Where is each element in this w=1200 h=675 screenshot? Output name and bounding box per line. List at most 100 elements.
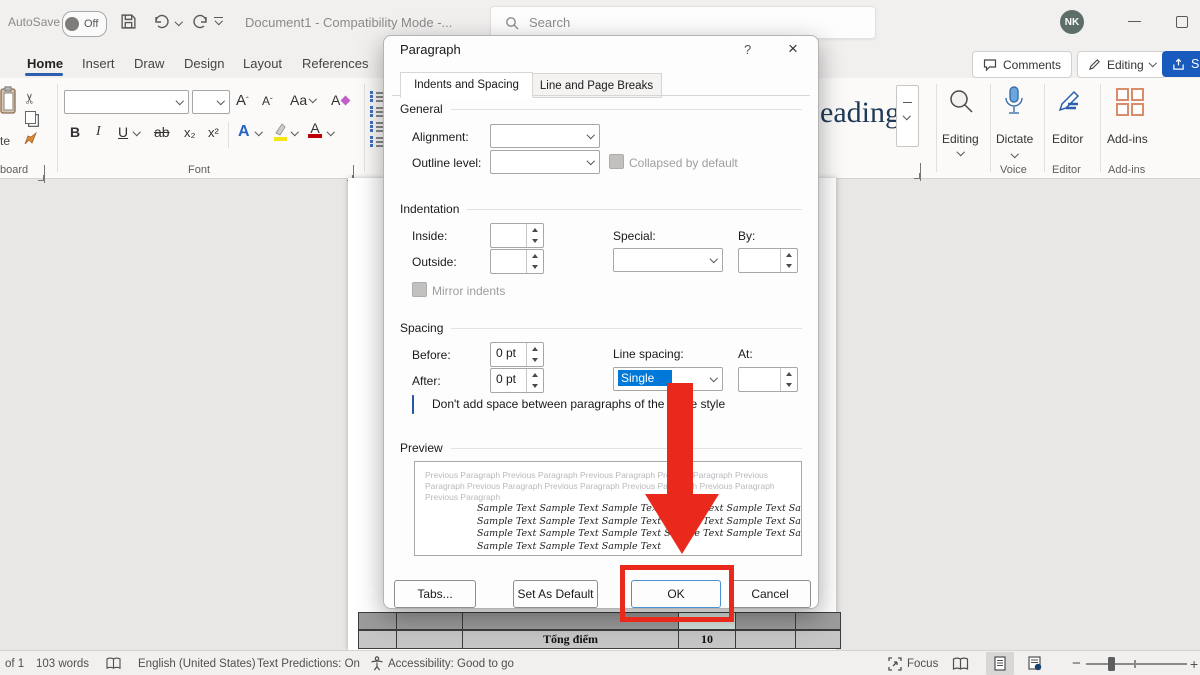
- restore-icon[interactable]: [1176, 16, 1188, 28]
- font-name-combobox[interactable]: [64, 90, 189, 114]
- after-spinner[interactable]: 0 pt: [490, 368, 544, 393]
- strikethrough-button[interactable]: ab: [154, 124, 170, 140]
- clipboard-dialog-launcher-icon[interactable]: [44, 165, 45, 183]
- grow-font-button[interactable]: Aˆ: [236, 92, 249, 109]
- page-indicator[interactable]: of 1: [5, 651, 24, 675]
- zoom-in-button[interactable]: +: [1190, 651, 1198, 675]
- qat-overflow-chevron-icon[interactable]: [215, 17, 223, 25]
- chevron-down-icon[interactable]: [705, 368, 722, 390]
- alignment-combobox[interactable]: [490, 124, 600, 148]
- multilevel-list-icon[interactable]: [370, 120, 383, 131]
- styles-gallery-item-partial[interactable]: eading: [820, 96, 900, 130]
- addins-button[interactable]: Add-ins: [1107, 132, 1148, 146]
- before-spinner[interactable]: 0 pt: [490, 342, 544, 367]
- copy-icon[interactable]: [25, 111, 36, 124]
- paste-icon[interactable]: [0, 86, 16, 116]
- comments-button[interactable]: Comments: [972, 51, 1072, 78]
- undo-dropdown-icon[interactable]: [175, 18, 183, 26]
- set-as-default-button[interactable]: Set As Default: [513, 580, 598, 608]
- outside-spinner[interactable]: [490, 249, 544, 274]
- tabs-button[interactable]: Tabs...: [394, 580, 476, 608]
- spinner-buttons[interactable]: [526, 224, 543, 247]
- table-cell-total-label[interactable]: Tổng điểm: [463, 630, 679, 649]
- cancel-button[interactable]: Cancel: [729, 580, 811, 608]
- chevron-down-icon[interactable]: [133, 128, 141, 136]
- font-color-button[interactable]: A: [308, 122, 322, 138]
- table-cell[interactable]: [796, 630, 841, 649]
- save-icon[interactable]: [120, 13, 137, 30]
- account-avatar[interactable]: NK: [1060, 10, 1084, 34]
- table-cell[interactable]: [358, 612, 397, 630]
- tab-insert[interactable]: Insert: [80, 50, 117, 77]
- print-layout-button[interactable]: [986, 652, 1014, 675]
- redo-icon[interactable]: [192, 13, 210, 31]
- highlight-color-button[interactable]: [272, 122, 288, 142]
- font-size-combobox[interactable]: [192, 90, 230, 114]
- minimize-icon[interactable]: [1128, 21, 1141, 22]
- accessibility-status[interactable]: Accessibility: Good to go: [388, 651, 514, 675]
- zoom-slider-track[interactable]: [1086, 663, 1187, 665]
- undo-icon[interactable]: [152, 13, 170, 31]
- dont-add-space-checkbox[interactable]: [412, 395, 414, 414]
- paste-label-partial[interactable]: te: [0, 134, 10, 148]
- change-case-button[interactable]: Aa: [290, 92, 316, 108]
- cut-icon[interactable]: ✂: [21, 93, 38, 105]
- chevron-down-icon[interactable]: [705, 249, 722, 271]
- editor-button[interactable]: Editor: [1052, 132, 1083, 146]
- spinner-buttons[interactable]: [780, 368, 797, 391]
- numbering-icon[interactable]: [370, 105, 383, 116]
- text-predictions[interactable]: Text Predictions: On: [257, 651, 360, 675]
- shrink-font-button[interactable]: Aˇ: [262, 94, 273, 108]
- dialog-help-button[interactable]: ?: [744, 42, 751, 57]
- table-cell[interactable]: [397, 630, 463, 649]
- tab-references[interactable]: References: [300, 50, 370, 77]
- web-layout-button[interactable]: [1028, 651, 1042, 675]
- clear-formatting-button[interactable]: A: [331, 92, 349, 108]
- spinner-buttons[interactable]: [526, 343, 543, 366]
- chevron-down-icon[interactable]: [171, 91, 188, 113]
- zoom-slider-thumb[interactable]: [1108, 657, 1115, 671]
- editing-group-button[interactable]: Editing: [942, 132, 979, 146]
- special-combobox[interactable]: [613, 248, 723, 272]
- inside-spinner[interactable]: [490, 223, 544, 248]
- chevron-down-icon[interactable]: [291, 128, 299, 136]
- spinner-buttons[interactable]: [526, 369, 543, 392]
- chevron-down-icon[interactable]: [255, 128, 263, 136]
- autosave-toggle[interactable]: Off: [62, 11, 107, 37]
- chevron-down-icon[interactable]: [212, 91, 229, 113]
- styles-dialog-launcher-icon[interactable]: [920, 163, 921, 181]
- underline-button[interactable]: U: [118, 124, 128, 140]
- format-painter-icon[interactable]: [23, 131, 38, 146]
- bullets-icon[interactable]: [370, 90, 383, 101]
- table-cell[interactable]: [397, 612, 463, 630]
- styles-gallery-more-button[interactable]: [896, 85, 919, 147]
- spinner-buttons[interactable]: [780, 249, 797, 272]
- dialog-tab-indents[interactable]: Indents and Spacing: [400, 72, 533, 98]
- spinner-buttons[interactable]: [526, 250, 543, 273]
- editing-mode-button[interactable]: Editing: [1077, 51, 1166, 78]
- bold-button[interactable]: B: [70, 124, 80, 140]
- subscript-button[interactable]: x₂: [184, 125, 196, 140]
- text-effects-button[interactable]: A: [238, 123, 250, 141]
- tab-layout[interactable]: Layout: [241, 50, 284, 77]
- tab-draw[interactable]: Draw: [132, 50, 166, 77]
- outline-level-combobox[interactable]: [490, 150, 600, 174]
- table-cell[interactable]: [736, 630, 796, 649]
- chevron-down-icon[interactable]: [582, 125, 599, 147]
- dictate-button[interactable]: Dictate: [996, 132, 1033, 146]
- at-spinner[interactable]: [738, 367, 798, 392]
- chevron-down-icon[interactable]: [582, 151, 599, 173]
- language-indicator[interactable]: English (United States): [138, 651, 256, 675]
- tab-design[interactable]: Design: [182, 50, 226, 77]
- word-count[interactable]: 103 words: [36, 651, 89, 675]
- table-cell[interactable]: [358, 630, 397, 649]
- zoom-out-button[interactable]: −: [1072, 651, 1081, 675]
- share-button[interactable]: Sha: [1162, 51, 1200, 77]
- table-cell[interactable]: [796, 612, 841, 630]
- dialog-close-icon[interactable]: ×: [788, 39, 798, 59]
- table-cell-total-value[interactable]: 10: [679, 630, 736, 649]
- by-spinner[interactable]: [738, 248, 798, 273]
- chevron-down-icon[interactable]: [327, 128, 335, 136]
- superscript-button[interactable]: x²: [208, 125, 219, 140]
- italic-button[interactable]: I: [96, 124, 101, 140]
